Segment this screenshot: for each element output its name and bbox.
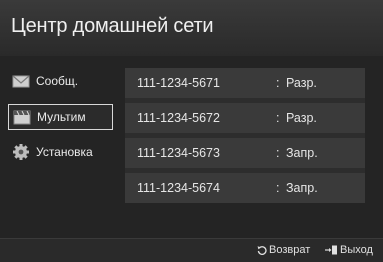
- list-item[interactable]: 111-1234-5674 : Запр.: [125, 173, 365, 203]
- device-number: 111-1234-5671: [137, 76, 220, 90]
- list-item[interactable]: 111-1234-5673 : Запр.: [125, 138, 365, 168]
- device-number: 111-1234-5674: [137, 181, 220, 195]
- sidebar-item-multimedia[interactable]: Мультим: [8, 104, 113, 130]
- device-list: 111-1234-5671 : Разр. 111-1234-5672 : Ра…: [125, 68, 365, 203]
- envelope-icon: [12, 75, 30, 88]
- separator: :: [276, 76, 280, 90]
- device-number: 111-1234-5673: [137, 146, 220, 160]
- list-item[interactable]: 111-1234-5672 : Разр.: [125, 103, 365, 133]
- page-title: Центр домашней сети: [11, 15, 214, 37]
- title-bar: Центр домашней сети: [0, 0, 383, 56]
- separator: :: [276, 181, 280, 195]
- sidebar-item-messages[interactable]: Сообщ.: [8, 68, 113, 94]
- film-icon: [13, 110, 31, 125]
- return-button[interactable]: Возврат: [257, 244, 310, 256]
- gear-icon: [13, 144, 29, 160]
- exit-icon: [325, 245, 337, 255]
- separator: :: [276, 111, 280, 125]
- return-label: Возврат: [269, 244, 311, 256]
- device-number: 111-1234-5672: [137, 111, 220, 125]
- sidebar-item-label: Мультим: [37, 110, 86, 124]
- sidebar-item-label: Установка: [36, 145, 93, 159]
- separator: :: [276, 146, 280, 160]
- exit-label: Выход: [340, 244, 373, 256]
- device-status: Запр.: [286, 181, 318, 195]
- bottom-bar: Возврат Выход: [0, 238, 383, 262]
- exit-button[interactable]: Выход: [325, 244, 373, 256]
- return-icon: [257, 246, 267, 255]
- home-network-screen: Центр домашней сети Сообщ. Мультим Устан…: [0, 0, 383, 262]
- device-status: Запр.: [286, 146, 318, 160]
- device-status: Разр.: [286, 111, 317, 125]
- device-status: Разр.: [286, 76, 317, 90]
- list-item[interactable]: 111-1234-5671 : Разр.: [125, 68, 365, 98]
- sidebar-item-settings[interactable]: Установка: [8, 139, 113, 165]
- sidebar-item-label: Сообщ.: [36, 74, 79, 88]
